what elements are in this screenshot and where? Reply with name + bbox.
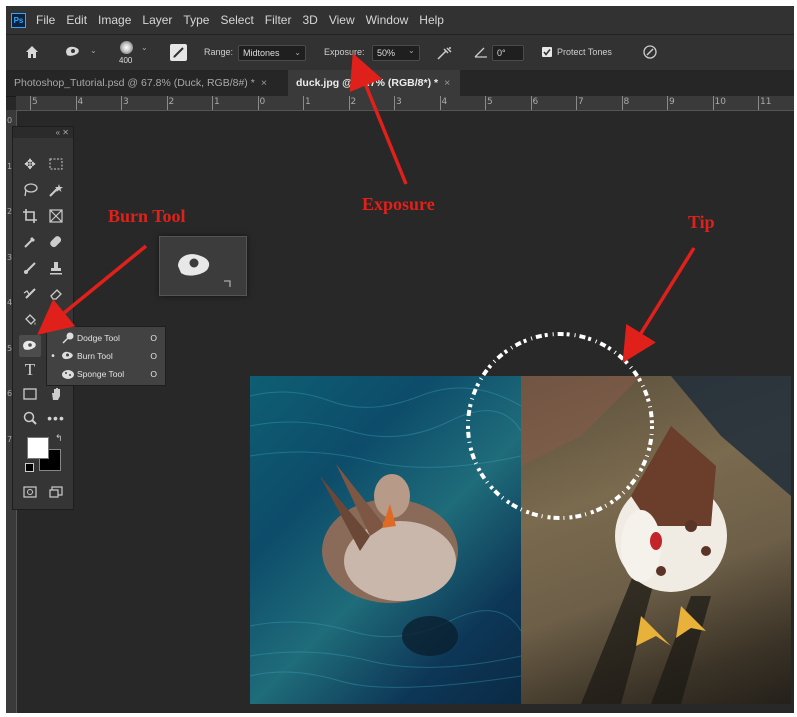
exposure-arrow <box>349 53 408 185</box>
tip-annotation: Tip <box>688 212 715 232</box>
burn-tool-annotation: Burn Tool <box>108 206 186 226</box>
photoshop-window: Ps File Edit Image Layer Type Select Fil… <box>6 6 794 713</box>
tip-arrow <box>622 247 696 363</box>
exposure-annotation: Exposure <box>362 194 435 214</box>
burn-tool-arrow <box>37 244 148 335</box>
annotation-arrows <box>37 53 696 363</box>
